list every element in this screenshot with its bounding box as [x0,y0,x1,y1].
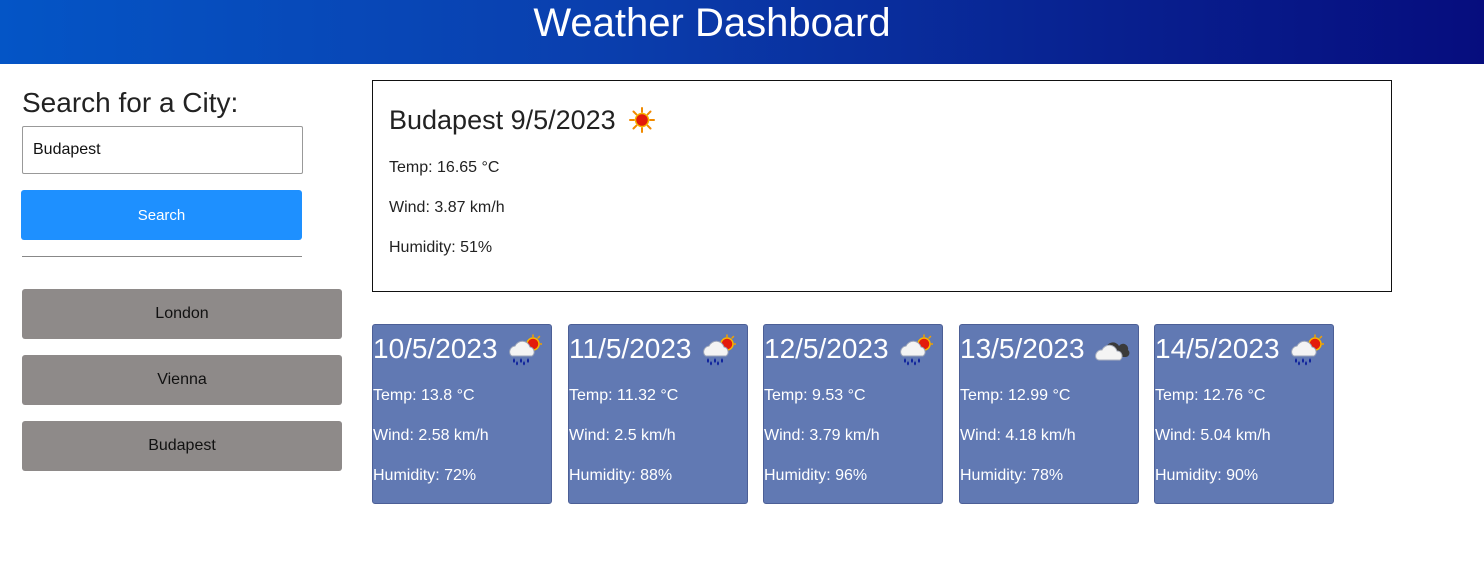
forecast-wind: Wind: 2.5 km/h [569,427,676,444]
forecast-temp: Temp: 13.8 °C [373,387,475,404]
cloud-icon [1091,334,1130,364]
current-temp: Temp: 16.65 °C [389,159,500,176]
forecast-humidity: Humidity: 72% [373,467,477,484]
current-city-date: Budapest 9/5/2023 [389,104,616,135]
forecast-date: 13/5/2023 [960,333,1085,364]
forecast-card: 13/5/2023 Temp: 12.99 °C Wind: 4.18 km/h… [959,324,1139,504]
forecast-temp: Temp: 11.32 °C [569,387,679,404]
forecast-date: 10/5/2023 [373,333,498,364]
forecast-humidity: Humidity: 96% [764,467,868,484]
forecast-card: 10/5/2023 Temp: 13.8 °C Wind: 2.58 km/h … [372,324,552,504]
forecast-humidity: Humidity: 88% [569,467,673,484]
rain-sun-cloud-icon [698,334,737,367]
forecast-wind: Wind: 5.04 km/h [1155,427,1271,444]
forecast-temp: Temp: 12.76 °C [1155,387,1266,404]
page-title: Weather Dashboard [533,0,891,45]
search-heading: Search for a City: [22,87,239,118]
rain-sun-cloud-icon [895,334,934,367]
forecast-card: 12/5/2023 Temp: 9.53 °C Wind: 3.79 km/h … [763,324,943,504]
forecast-wind: Wind: 4.18 km/h [960,427,1076,444]
rain-sun-cloud-icon [504,334,543,367]
search-input[interactable] [22,126,303,174]
current-wind: Wind: 3.87 km/h [389,199,505,216]
sun-icon [628,106,656,134]
sidebar: Search for a City: Search London Vienna … [21,84,342,471]
forecast-temp: Temp: 9.53 °C [764,387,866,404]
forecast-humidity: Humidity: 78% [960,467,1064,484]
forecast-date: 11/5/2023 [569,333,692,364]
forecast-humidity: Humidity: 90% [1155,467,1259,484]
forecast-date: 14/5/2023 [1155,333,1280,364]
forecast-card: 11/5/2023 Temp: 11.32 °C Wind: 2.5 km/h … [568,324,748,504]
current-weather-card: Budapest 9/5/2023 Temp: 16.65 °C Wind: 3… [372,80,1392,292]
history-button-vienna[interactable]: Vienna [22,355,342,405]
search-history: London Vienna Budapest [22,289,342,487]
forecast-card: 14/5/2023 Temp: 12.76 °C Wind: 5.04 km/h… [1154,324,1334,504]
forecast-temp: Temp: 12.99 °C [960,387,1071,404]
forecast-wind: Wind: 2.58 km/h [373,427,489,444]
rain-sun-cloud-icon [1286,334,1325,367]
app-header: Weather Dashboard [0,0,1484,64]
history-button-budapest[interactable]: Budapest [22,421,342,471]
search-button[interactable]: Search [21,190,302,240]
history-button-london[interactable]: London [22,289,342,339]
divider [22,256,302,257]
current-humidity: Humidity: 51% [389,239,493,256]
forecast-wind: Wind: 3.79 km/h [764,427,880,444]
forecast-date: 12/5/2023 [764,333,889,364]
